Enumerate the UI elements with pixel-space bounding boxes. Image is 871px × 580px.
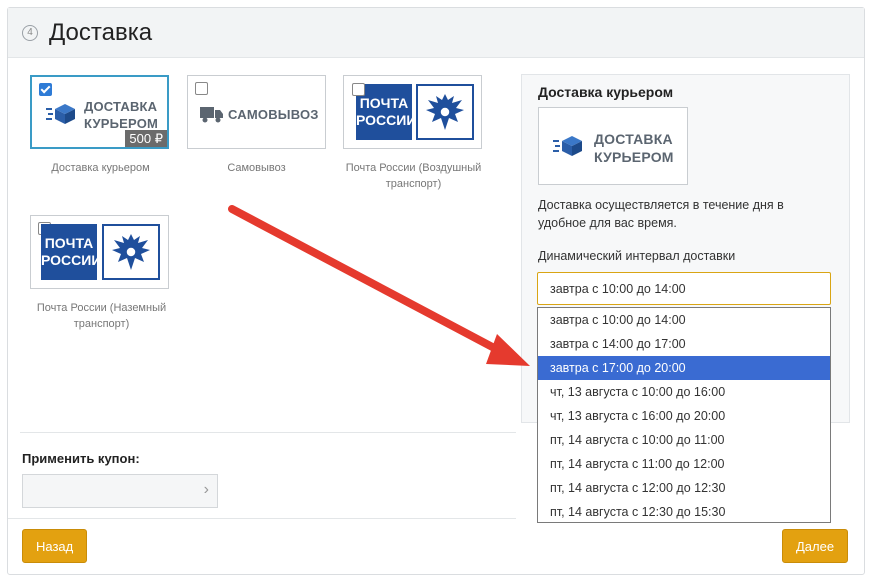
pochta-logo-line2: РОССИИ [41, 252, 102, 268]
back-button[interactable]: Назад [22, 529, 88, 563]
next-button[interactable]: Далее [782, 529, 849, 563]
pickup-logo-text: САМОВЫВОЗ [228, 107, 319, 122]
tile-caption-courier: Доставка курьером [51, 162, 150, 174]
delivery-option-courier[interactable]: ДОСТАВКА КУРЬЕРОМ 500 ₽ [30, 75, 169, 149]
interval-select[interactable]: завтра с 10:00 до 14:00 [537, 272, 831, 305]
desc-line1: Доставка осуществляется в течение дня в [538, 198, 784, 212]
page-title: Доставка [49, 19, 153, 46]
eagle-emblem-icon [102, 224, 160, 280]
caption-line2: транспорт) [385, 178, 442, 190]
interval-option[interactable]: пт, 14 августа с 12:30 до 15:30 [538, 500, 830, 524]
step-number: 4 [22, 25, 38, 41]
coupon-input[interactable]: › [22, 474, 218, 508]
caption-line1: Почта России (Наземный [36, 302, 167, 314]
details-logo-line2: КУРЬЕРОМ [594, 149, 674, 165]
courier-checkbox[interactable] [39, 83, 52, 96]
interval-option-highlighted[interactable]: завтра с 17:00 до 20:00 [538, 356, 830, 380]
tile-caption-pochta-ground: Почта России (Наземный транспорт) [24, 300, 179, 332]
details-logo-line1: ДОСТАВКА [594, 131, 673, 147]
interval-option[interactable]: завтра с 10:00 до 14:00 [538, 308, 830, 332]
desc-line2: удобное для вас время. [538, 216, 677, 230]
eagle-emblem-icon [416, 84, 474, 140]
footer-divider [8, 518, 516, 519]
courier-logo-line1: ДОСТАВКА [84, 99, 158, 114]
details-title: Доставка курьером [538, 84, 674, 100]
interval-option[interactable]: пт, 14 августа с 10:00 до 11:00 [538, 428, 830, 452]
interval-label: Динамический интервал доставки [538, 249, 736, 263]
interval-option[interactable]: завтра с 14:00 до 17:00 [538, 332, 830, 356]
interval-option[interactable]: чт, 13 августа с 10:00 до 16:00 [538, 380, 830, 404]
chevron-right-icon[interactable]: › [204, 481, 209, 499]
interval-option[interactable]: пт, 14 августа с 11:00 до 12:00 [538, 452, 830, 476]
interval-dropdown[interactable]: завтра с 10:00 до 14:00 завтра с 14:00 д… [537, 307, 831, 523]
box-delivery-icon [553, 136, 582, 156]
pochta-logo-line1: ПОЧТА [359, 95, 409, 111]
pickup-checkbox[interactable] [195, 82, 208, 95]
pochta-air-checkbox[interactable] [352, 83, 365, 96]
price-badge: 500 ₽ [125, 130, 167, 147]
box-delivery-icon [46, 104, 75, 124]
delivery-option-pochta-ground[interactable]: ПОЧТА РОССИИ [30, 215, 169, 289]
details-logo: ДОСТАВКА КУРЬЕРОМ [538, 107, 688, 185]
caption-line1: Почта России (Воздушный [345, 162, 482, 174]
interval-option[interactable]: чт, 13 августа с 16:00 до 20:00 [538, 404, 830, 428]
coupon-label: Применить купон: [22, 451, 140, 466]
details-description: Доставка осуществляется в течение дня в … [538, 196, 818, 232]
tile-caption-pochta-air: Почта России (Воздушный транспорт) [336, 160, 491, 192]
pochta-logo: ПОЧТА РОССИИ [41, 224, 102, 280]
pochta-logo-line1: ПОЧТА [44, 235, 94, 251]
interval-option[interactable]: пт, 14 августа с 12:00 до 12:30 [538, 476, 830, 500]
truck-icon [200, 107, 223, 123]
section-divider [20, 432, 516, 433]
panel-header: 4 Доставка [8, 8, 864, 58]
tile-caption-pickup: Самовывоз [227, 162, 286, 174]
caption-line2: транспорт) [73, 318, 130, 330]
pochta-logo-line2: РОССИИ [356, 112, 417, 128]
delivery-option-pickup[interactable]: САМОВЫВОЗ [187, 75, 326, 149]
